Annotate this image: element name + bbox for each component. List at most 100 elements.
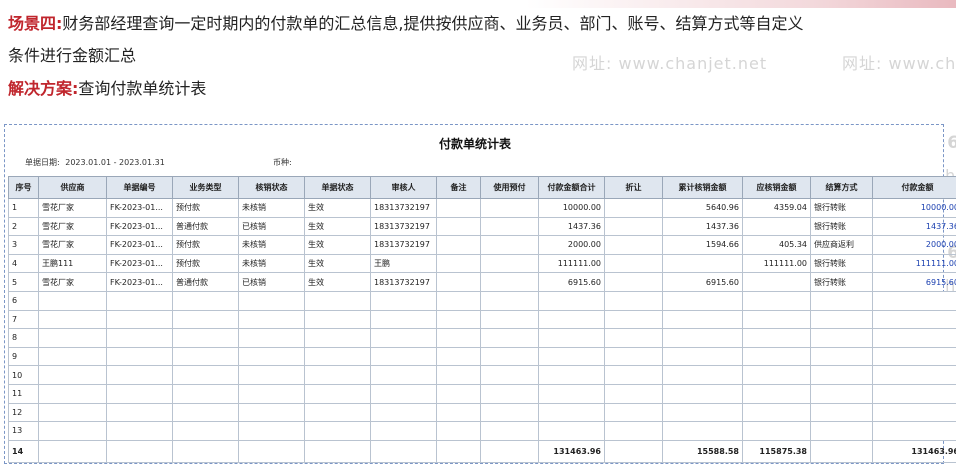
table-cell [742, 328, 811, 348]
table-total-row: 14 131463.96 15588.58 115875.38 131463.96 [8, 439, 956, 463]
table-row-empty[interactable]: 10 [8, 365, 956, 385]
row-number: 13 [8, 421, 39, 441]
table-cell [172, 365, 239, 385]
table-cell [436, 328, 481, 348]
table-cell [480, 253, 539, 274]
table-row[interactable]: 4 王鹏111 FK-2023-01... 预付款 未核销 生效 王鹏 111111.00 11… [8, 253, 956, 274]
table-row-empty[interactable]: 7 [8, 309, 956, 330]
table-row-empty[interactable]: 12 [8, 402, 956, 423]
col-header-business-type[interactable]: 业务类型 [172, 176, 239, 199]
row-number: 6 [8, 290, 39, 311]
date-label: 单据日期: [25, 158, 60, 167]
table-cell [436, 383, 481, 404]
table-row-empty[interactable]: 11 [8, 383, 956, 404]
col-header-remark[interactable]: 备注 [436, 176, 481, 199]
table-cell: 银行转账 [810, 216, 873, 237]
table-cell [238, 328, 305, 348]
col-header-index[interactable]: 序号 [8, 176, 39, 199]
currency-label: 币种: [273, 158, 292, 167]
table-cell: 5640.96 [662, 198, 743, 218]
table-cell: 雪花厂家 [38, 216, 107, 237]
table-cell: 预付款 [172, 253, 239, 274]
table-cell [480, 328, 539, 348]
table-cell [172, 421, 239, 441]
table-cell: 18313732197 [370, 272, 437, 292]
table-cell: 生效 [304, 216, 371, 237]
table-cell [810, 290, 873, 311]
table-cell [106, 365, 173, 385]
table-cell: 131463.96 [538, 439, 605, 463]
table-cell [436, 216, 481, 237]
table-cell: FK-2023-01... [106, 272, 173, 292]
col-header-writeoff-status[interactable]: 核销状态 [238, 176, 305, 199]
table-cell [38, 439, 107, 463]
solution-label: 解决方案: [8, 79, 79, 98]
table-cell [480, 216, 539, 237]
table-row[interactable]: 3 雪花厂家 FK-2023-01... 预付款 未核销 生效 18313732197 200… [8, 235, 956, 255]
table-cell: 已核销 [238, 272, 305, 292]
table-row[interactable]: 2 雪花厂家 FK-2023-01... 普通付款 已核销 生效 18313732197 14… [8, 216, 956, 237]
col-header-doc-number[interactable]: 单据编号 [106, 176, 173, 199]
col-header-settlement-method[interactable]: 结算方式 [810, 176, 873, 199]
table-cell: 普通付款 [172, 272, 239, 292]
table-cell [604, 383, 663, 404]
table-cell: 4 [8, 253, 39, 274]
col-header-reviewer[interactable]: 审核人 [370, 176, 437, 199]
table-row-empty[interactable]: 9 [8, 346, 956, 367]
table-cell [370, 309, 437, 330]
table-cell: 未核销 [238, 253, 305, 274]
table-cell: 10000.00 [538, 198, 605, 218]
table-cell: 14 [8, 439, 39, 463]
table-cell [480, 383, 539, 404]
table-cell [538, 328, 605, 348]
table-header-row: 序号 供应商 单据编号 业务类型 核销状态 单据状态 审核人 备注 使用预付 付… [8, 176, 956, 199]
table-cell [106, 421, 173, 441]
table-cell [106, 290, 173, 311]
date-filter: 单据日期: 2023.01.01 - 2023.01.31 [25, 157, 165, 168]
table-cell [106, 328, 173, 348]
table-cell [436, 346, 481, 367]
col-header-payment-amount[interactable]: 付款金额 [872, 176, 956, 199]
table-cell [810, 346, 873, 367]
scenario-text: 财务部经理查询一定时期内的付款单的汇总信息,提供按供应商、业务员、部门、账号、结… [62, 14, 804, 33]
table-cell [304, 439, 371, 463]
table-cell [604, 439, 663, 463]
table-cell [480, 439, 539, 463]
table-cell: 普通付款 [172, 216, 239, 237]
table-cell [106, 346, 173, 367]
table-row-empty[interactable]: 6 [8, 290, 956, 311]
col-header-writeoff-due[interactable]: 应核销金额 [742, 176, 811, 199]
table-cell [238, 402, 305, 423]
col-header-payment-total[interactable]: 付款金额合计 [538, 176, 605, 199]
table-row-empty[interactable]: 13 [8, 421, 956, 441]
col-header-doc-status[interactable]: 单据状态 [304, 176, 371, 199]
table-cell [604, 346, 663, 367]
table-cell [370, 439, 437, 463]
table-cell [662, 383, 743, 404]
table-cell: 1 [8, 198, 39, 218]
table-cell: 雪花厂家 [38, 198, 107, 218]
col-header-supplier[interactable]: 供应商 [38, 176, 107, 199]
col-header-writeoff-cumulative[interactable]: 累计核销金额 [662, 176, 743, 199]
table-cell [810, 402, 873, 423]
table-row[interactable]: 5 雪花厂家 FK-2023-01... 普通付款 已核销 生效 18313732197 69… [8, 272, 956, 292]
payment-report-panel: 付款单统计表 单据日期: 2023.01.01 - 2023.01.31 币种:… [4, 124, 956, 464]
table-cell [662, 346, 743, 367]
table-cell [810, 309, 873, 330]
table-cell [370, 365, 437, 385]
table-cell [810, 383, 873, 404]
table-cell [436, 253, 481, 274]
table-cell [872, 402, 956, 423]
table-cell [872, 383, 956, 404]
col-header-discount[interactable]: 折让 [604, 176, 663, 199]
table-row-empty[interactable]: 8 [8, 328, 956, 348]
table-cell [480, 309, 539, 330]
table-cell [604, 421, 663, 441]
table-cell [604, 309, 663, 330]
table-cell [480, 290, 539, 311]
table-cell [38, 328, 107, 348]
table-cell [38, 346, 107, 367]
col-header-use-prepaid[interactable]: 使用预付 [480, 176, 539, 199]
table-cell [742, 309, 811, 330]
table-row[interactable]: 1 雪花厂家 FK-2023-01... 预付款 未核销 生效 18313732197 100… [8, 198, 956, 218]
